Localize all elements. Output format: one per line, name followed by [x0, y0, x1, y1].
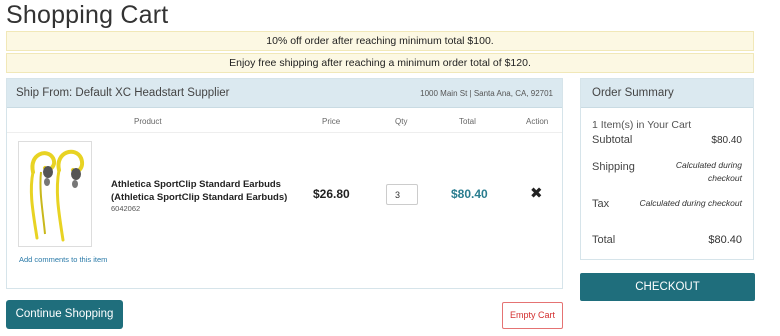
column-header-price: Price — [322, 117, 341, 126]
checkout-button[interactable]: CHECKOUT — [580, 273, 755, 301]
promo-banner-free-shipping: Enjoy free shipping after reaching a min… — [6, 53, 754, 73]
summary-items-count: 1 Item(s) in Your Cart — [592, 119, 692, 131]
order-summary-title: Order Summary — [581, 79, 753, 108]
earbuds-product-image[interactable] — [18, 141, 92, 247]
shipping-label: Shipping — [592, 161, 635, 173]
order-summary-panel: Order Summary 1 Item(s) in Your Cart Sub… — [580, 78, 754, 260]
remove-item-icon[interactable]: ✖ — [530, 184, 543, 202]
header-divider — [7, 132, 562, 133]
tax-label: Tax — [592, 198, 610, 210]
add-comments-link[interactable]: Add comments to this item — [19, 255, 107, 264]
promo-banner-discount: 10% off order after reaching minimum tot… — [6, 31, 754, 51]
total-value: $80.40 — [708, 234, 742, 246]
quantity-input[interactable] — [386, 184, 418, 205]
empty-cart-button[interactable]: Empty Cart — [502, 302, 563, 329]
subtotal-label: Subtotal — [592, 134, 633, 146]
page-title: Shopping Cart — [6, 1, 169, 29]
column-header-total: Total — [459, 117, 476, 126]
ship-from-label: Ship From: Default XC Headstart Supplier — [16, 87, 230, 99]
cart-panel: Ship From: Default XC Headstart Supplier… — [6, 78, 563, 289]
cart-panel-header: Ship From: Default XC Headstart Supplier… — [7, 79, 562, 108]
subtotal-value: $80.40 — [711, 135, 742, 146]
earbuds-icon — [29, 149, 84, 242]
continue-shopping-button[interactable]: Continue Shopping — [6, 300, 123, 329]
column-header-action: Action — [526, 117, 549, 126]
total-label: Total — [592, 234, 616, 246]
item-total: $80.40 — [451, 187, 488, 201]
shipping-value: Calculated during checkout — [675, 160, 742, 183]
tax-value: Calculated during checkout — [639, 198, 742, 208]
item-price: $26.80 — [313, 187, 350, 201]
column-header-qty: Qty — [395, 117, 408, 126]
column-header-product: Product — [134, 117, 162, 126]
ship-from-address: 1000 Main St | Santa Ana, CA, 92701 — [420, 89, 553, 98]
product-name[interactable]: Athletica SportClip Standard Earbuds (At… — [111, 178, 301, 204]
product-sku: 6042062 — [111, 204, 141, 213]
